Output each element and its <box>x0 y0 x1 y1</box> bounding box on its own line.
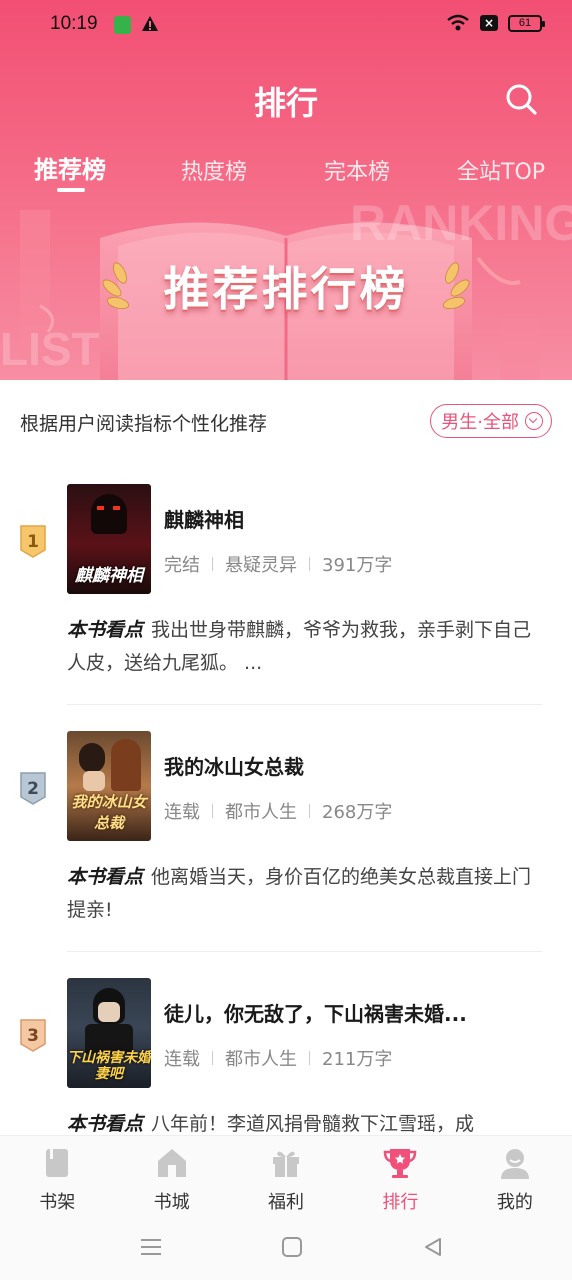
profile-icon <box>500 1149 529 1179</box>
gift-icon <box>273 1151 300 1177</box>
divider <box>67 704 542 705</box>
highlight-label: 本书看点 <box>67 1113 144 1135</box>
book-status: 连载 <box>164 1049 200 1070</box>
banner-title: 推荐排行榜 <box>163 262 409 316</box>
book-word-count: 268万字 <box>322 802 393 823</box>
status-bar: 10:19 × 61 <box>0 0 572 52</box>
book-item[interactable]: 2 我的冰山女总裁 我的冰山女总裁 连载 都市人生 268万字 本书看点 他离婚当… <box>0 731 572 971</box>
nav-bookshelf[interactable]: 书架 <box>0 1136 114 1220</box>
book-description: 本书看点 八年前！李道风捐骨髓救下江雪瑶，成 <box>67 1108 542 1135</box>
filter-label: 男生·全部 <box>441 412 519 433</box>
nav-label: 书架 <box>39 1192 76 1213</box>
battery-icon: 61 <box>508 14 545 32</box>
divider <box>67 951 542 952</box>
rank-number: 3 <box>27 1026 39 1046</box>
book-word-count: 211万字 <box>322 1049 393 1070</box>
tab-hot[interactable]: 热度榜 <box>181 154 247 186</box>
rank-number: 2 <box>27 779 39 799</box>
book-word-count: 391万字 <box>322 555 393 576</box>
system-navigation-bar <box>0 1220 572 1280</box>
book-genre: 悬疑灵异 <box>225 555 297 576</box>
mute-icon: × <box>480 15 498 31</box>
book-item[interactable]: 3 下山祸害未婚妻吧 徒儿，你无敌了，下山祸害未婚... 连载 都市人生 211… <box>0 978 572 1135</box>
nav-ranking[interactable]: 排行 <box>343 1136 457 1220</box>
chevron-down-icon <box>525 412 543 430</box>
book-cover[interactable]: 麒麟神相 <box>67 484 151 594</box>
app-notification-icon <box>114 16 131 34</box>
banner-watermark-top: RANKING <box>350 195 572 251</box>
book-cover[interactable]: 我的冰山女总裁 <box>67 731 151 841</box>
description-text: 八年前！李道风捐骨髓救下江雪瑶，成 <box>151 1113 475 1135</box>
bookstore-icon <box>157 1149 186 1177</box>
trophy-icon <box>384 1149 417 1178</box>
recommend-description: 根据用户阅读指标个性化推荐 <box>20 413 268 435</box>
book-item[interactable]: 1 麒麟神相 麒麟神相 完结 悬疑灵异 391万字 本书看点 我出世身带麒麟，爷爷… <box>0 484 572 724</box>
tab-recommend[interactable]: 推荐榜 <box>34 150 106 185</box>
highlight-label: 本书看点 <box>67 619 144 641</box>
header: 10:19 × 61 排行 推荐榜 热度榜 完本榜 全站TOP RANKING … <box>0 0 572 380</box>
cover-title: 我的冰山女总裁 <box>71 793 147 832</box>
book-title[interactable]: 麒麟神相 <box>164 504 244 533</box>
book-description: 本书看点 我出世身带麒麟，爷爷为救我，亲手剥下自己人皮，送给九尾狐。 ... <box>67 614 542 680</box>
back-icon[interactable] <box>422 1236 444 1258</box>
nav-label: 我的 <box>496 1192 533 1213</box>
nav-welfare[interactable]: 福利 <box>229 1136 343 1220</box>
warning-icon <box>142 16 158 31</box>
menu-icon[interactable] <box>140 1236 162 1258</box>
cover-title: 下山祸害未婚妻吧 <box>67 1050 151 1082</box>
ranking-list: 根据用户阅读指标个性化推荐 男生·全部 1 麒麟神相 麒麟神相 完结 悬疑灵异 … <box>0 380 572 1135</box>
status-time: 10:19 <box>50 13 98 34</box>
bookshelf-icon <box>46 1149 69 1177</box>
nav-bookstore[interactable]: 书城 <box>114 1136 228 1220</box>
book-meta: 连载 都市人生 268万字 <box>164 798 392 824</box>
active-tab-indicator <box>57 188 85 192</box>
page-title: 排行 <box>253 84 318 122</box>
highlight-label: 本书看点 <box>67 866 144 888</box>
nav-label: 福利 <box>268 1192 305 1213</box>
banner-watermark-bottom: LIST <box>0 323 100 375</box>
book-cover[interactable]: 下山祸害未婚妻吧 <box>67 978 151 1088</box>
book-meta: 完结 悬疑灵异 391万字 <box>164 551 392 577</box>
home-icon[interactable] <box>281 1236 303 1258</box>
nav-label: 书城 <box>153 1192 190 1213</box>
book-genre: 都市人生 <box>225 1049 297 1070</box>
book-status: 完结 <box>164 555 200 576</box>
book-title[interactable]: 徒儿，你无敌了，下山祸害未婚... <box>164 998 467 1027</box>
book-description: 本书看点 他离婚当天，身价百亿的绝美女总裁直接上门提亲! <box>67 861 542 927</box>
wifi-icon <box>447 14 469 31</box>
nav-profile[interactable]: 我的 <box>458 1136 572 1220</box>
gender-filter-button[interactable]: 男生·全部 <box>430 404 552 438</box>
tab-completed[interactable]: 完本榜 <box>324 154 390 186</box>
book-genre: 都市人生 <box>225 802 297 823</box>
search-icon[interactable] <box>504 82 538 116</box>
book-meta: 连载 都市人生 211万字 <box>164 1045 392 1071</box>
bottom-navigation: 书架 书城 福利 排行 我的 <box>0 1135 572 1220</box>
rank-number: 1 <box>27 532 39 552</box>
book-status: 连载 <box>164 802 200 823</box>
book-title[interactable]: 我的冰山女总裁 <box>164 751 304 780</box>
rank-tabs: 推荐榜 热度榜 完本榜 全站TOP <box>0 150 572 196</box>
cover-title: 麒麟神相 <box>75 566 143 586</box>
nav-label: 排行 <box>382 1192 419 1213</box>
list-subheader: 根据用户阅读指标个性化推荐 男生·全部 <box>20 404 552 438</box>
tab-site-top[interactable]: 全站TOP <box>457 154 545 186</box>
